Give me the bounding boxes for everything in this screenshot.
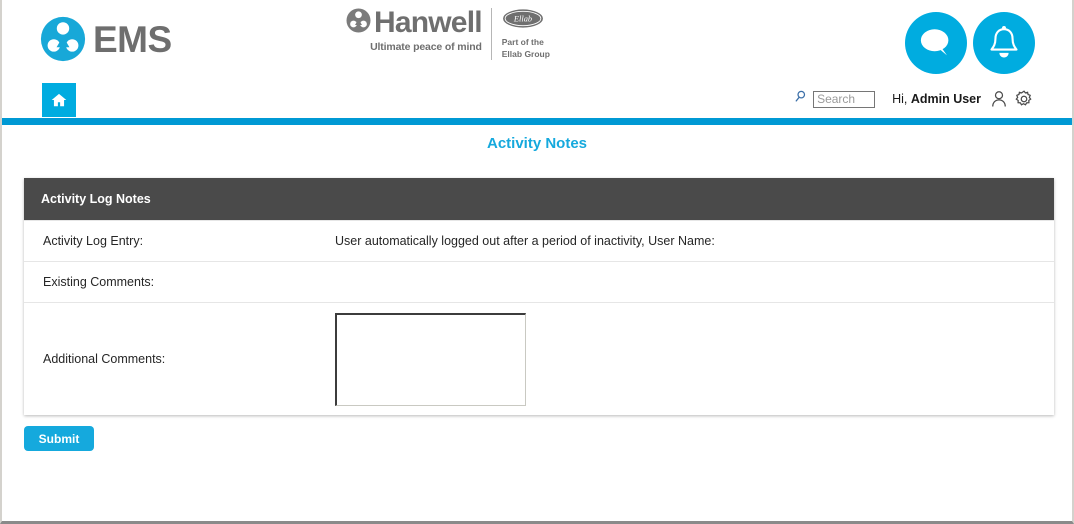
activity-log-notes-panel: Activity Log Notes Activity Log Entry: U… [24,178,1054,415]
hanwell-tagline: Ultimate peace of mind [370,41,482,53]
search-box[interactable] [795,89,876,109]
table-row: Existing Comments: [24,261,1054,302]
search-input[interactable] [813,90,876,108]
ems-trefoil-logo-icon [40,16,86,62]
activity-log-entry-label: Activity Log Entry: [43,234,144,248]
panel-header: Activity Log Notes [24,178,1054,220]
user-toolbar: Hi, Admin User [795,89,1034,109]
ellab-line-2: Ellab Group [501,48,550,59]
additional-comments-label: Additional Comments: [43,352,166,366]
hanwell-name-text: Hanwell [374,6,483,39]
table-row: Activity Log Entry: User automatically l… [24,220,1054,261]
ellab-oval-logo-icon: Ellab [502,8,544,34]
chat-bubble-icon[interactable] [905,12,967,74]
ems-logo[interactable]: EMS [40,16,172,62]
search-magnifier-icon [795,89,810,109]
user-name-text: Admin User [910,92,981,106]
gear-settings-icon[interactable] [1014,89,1034,109]
app-window: EMS Hanwell Ultimate peace of mind Ellab… [0,0,1074,524]
table-row: Additional Comments: [24,302,1054,415]
navigation-bar: Hi, Admin User [2,80,1072,120]
activity-log-entry-value: User automatically logged out after a pe… [335,234,715,248]
additional-comments-input[interactable] [335,312,526,406]
ellab-line-1: Part of the [501,37,544,47]
hanwell-trefoil-icon [346,8,371,38]
user-greeting: Hi, Admin User [892,92,981,106]
page-title: Activity Notes [486,135,588,152]
submit-button[interactable]: Submit [24,426,94,451]
ems-logo-text: EMS [93,18,172,60]
panel-header-title: Activity Log Notes [41,192,151,206]
home-icon[interactable] [42,83,76,117]
bell-notification-icon[interactable] [973,12,1035,74]
ellab-group-badge: Ellab Part of the Ellab Group [490,8,550,60]
user-person-icon[interactable] [989,89,1009,109]
hanwell-logo: Hanwell Ultimate peace of mind Ellab Par… [346,8,550,60]
header-divider [2,118,1072,125]
existing-comments-label: Existing Comments: [43,275,155,289]
svg-text:Ellab: Ellab [513,14,532,23]
greeting-prefix: Hi, [892,92,908,106]
